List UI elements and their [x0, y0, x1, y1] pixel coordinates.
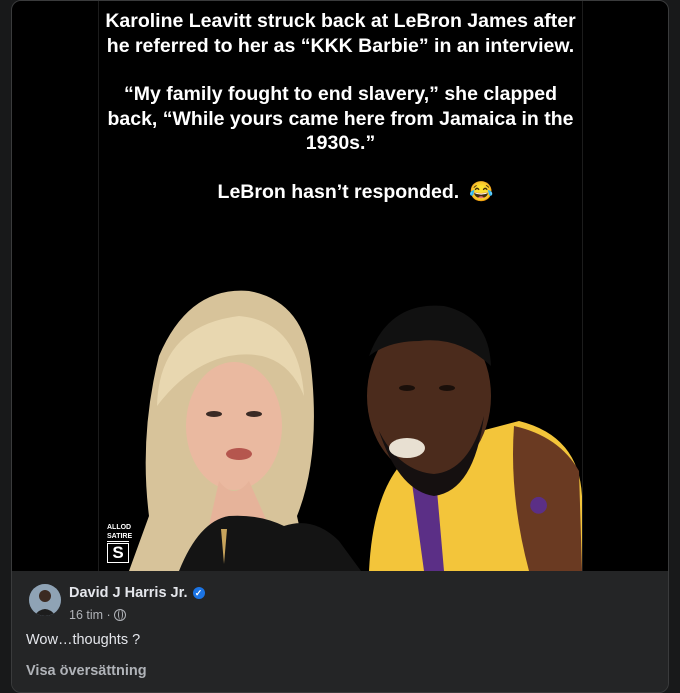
post-card: Karoline Leavitt struck back at LeBron J…: [11, 0, 669, 693]
satire-watermark: ALLOD SATIRE S: [107, 523, 133, 563]
see-translation-link[interactable]: Visa översättning: [26, 663, 147, 679]
post-time[interactable]: 16 tim ·: [69, 608, 111, 622]
post-footer: David J Harris Jr. ✓ 16 tim · Wow…thought…: [12, 571, 668, 692]
man-photo: ●: [349, 296, 582, 571]
meme-paragraph-3: LeBron hasn’t responded. 😂: [99, 180, 582, 205]
satire-watermark-letter: S: [107, 543, 129, 563]
meme-paragraph-3-text: LeBron hasn’t responded.: [217, 180, 460, 203]
meme-paragraph-1: Karoline Leavitt struck back at LeBron J…: [105, 10, 576, 57]
meme-image: Karoline Leavitt struck back at LeBron J…: [98, 1, 583, 571]
author-avatar[interactable]: [29, 584, 61, 616]
woman-photo: [99, 286, 369, 571]
post-meta: 16 tim ·: [69, 608, 126, 622]
meme-paragraph-2: “My family fought to end slavery,” she c…: [107, 83, 574, 154]
globe-icon[interactable]: [113, 609, 126, 621]
meme-caption: Karoline Leavitt struck back at LeBron J…: [99, 9, 582, 204]
post-media[interactable]: Karoline Leavitt struck back at LeBron J…: [12, 1, 668, 571]
author-name[interactable]: David J Harris Jr. ✓: [69, 585, 205, 601]
laughing-emoji-icon: 😂: [469, 180, 494, 203]
author-name-text[interactable]: David J Harris Jr.: [69, 585, 188, 601]
svg-text:●: ●: [529, 492, 548, 517]
satire-watermark-label: ALLOD SATIRE: [107, 524, 133, 542]
verified-badge-icon: ✓: [192, 587, 205, 599]
post-text: Wow…thoughts ?: [26, 632, 141, 648]
